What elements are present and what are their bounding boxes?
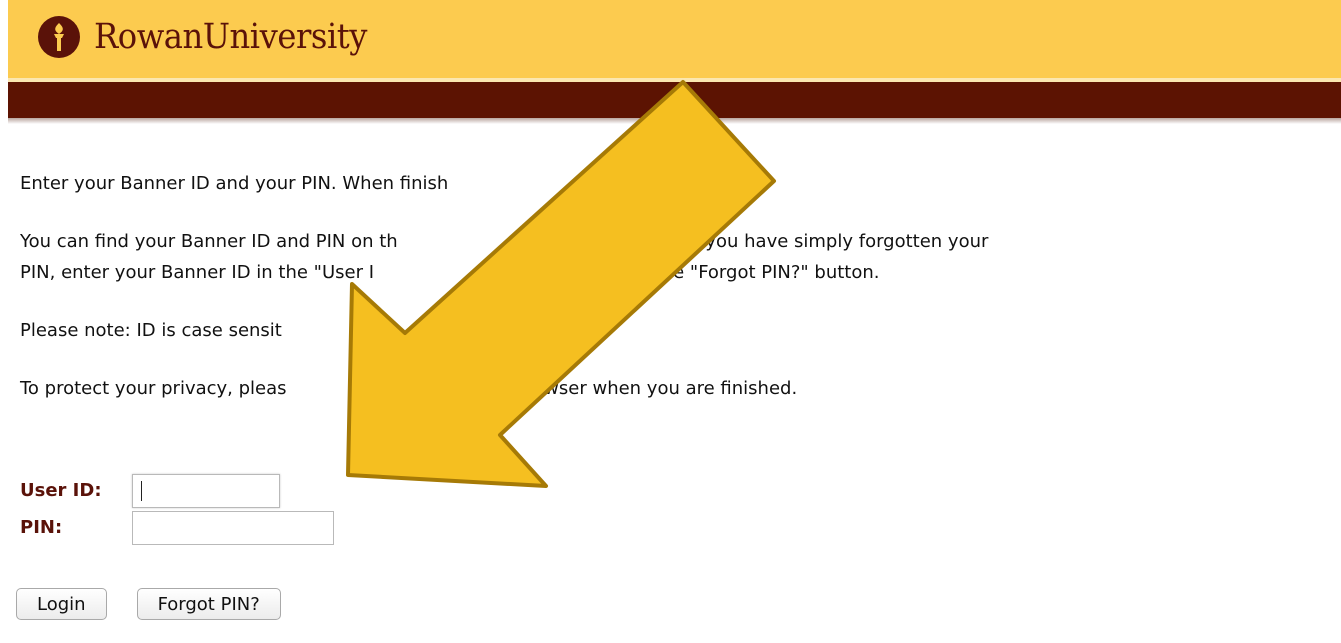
forgot-pin-button[interactable]: Forgot PIN? [136,588,281,620]
instructions: Enter your Banner ID and your PIN. When … [20,168,1320,431]
torch-icon [38,16,80,58]
form-buttons: Login Forgot PIN? [16,588,311,620]
login-button[interactable]: Login [16,588,107,620]
user-id-label: User ID: [20,480,102,501]
maroon-banner [8,82,1341,124]
pin-label: PIN: [20,517,63,538]
login-page: RowanUniversity Enter your Banner ID and… [0,0,1341,643]
user-id-row: User ID: [20,472,334,509]
privacy-note: To protect your privacy, pleas your brows… [20,378,798,399]
user-id-input[interactable] [132,473,280,508]
text-caret [141,480,142,501]
instruction-line-2: You can find your Banner ID and PIN on t… [20,231,989,283]
university-name: RowanUniversity [94,16,367,57]
case-sensitive-note: Please note: ID is case sensit [20,320,282,341]
login-form: User ID: PIN: [20,472,334,546]
rowan-logo[interactable]: RowanUniversity [38,16,391,58]
pin-input[interactable] [132,510,334,545]
site-header: RowanUniversity [8,0,1341,78]
instruction-line-1: Enter your Banner ID and your PIN. When … [20,173,449,194]
pin-row: PIN: [20,509,334,546]
activation-link[interactable]: Activation [536,231,626,252]
